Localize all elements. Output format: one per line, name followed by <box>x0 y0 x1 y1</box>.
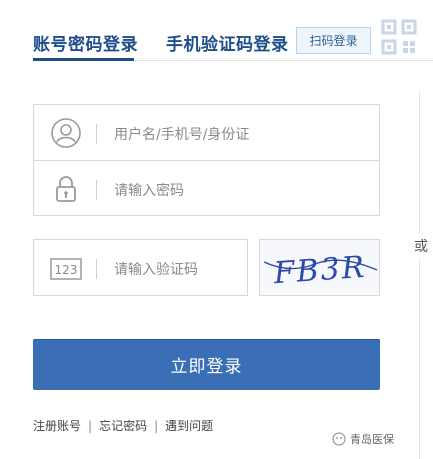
qr-code-icon[interactable] <box>380 18 418 56</box>
side-divider <box>419 92 420 459</box>
captcha-placeholder: 请输入验证码 <box>114 262 198 278</box>
footer-links: 注册账号 | 忘记密码 | 遇到问题 <box>33 417 213 434</box>
username-field[interactable]: 用户名/手机号/身份证 <box>33 104 380 161</box>
lock-icon <box>56 176 76 202</box>
captcha-art: FB3R <box>263 250 378 291</box>
password-placeholder: 请输入密码 <box>114 183 184 199</box>
wechat-icon <box>332 432 346 446</box>
forgot-password-link[interactable]: 忘记密码 <box>99 419 147 433</box>
captcha-number-icon: 123 <box>50 258 82 280</box>
password-field[interactable]: 请输入密码 <box>33 160 380 216</box>
captcha-image[interactable]: FB3R <box>259 239 380 296</box>
captcha-icon-text: 123 <box>55 263 78 277</box>
watermark: 青岛医保 <box>332 431 394 447</box>
footer-separator: | <box>88 419 93 433</box>
register-link[interactable]: 注册账号 <box>33 419 81 433</box>
or-label: 或 <box>414 233 428 259</box>
tab-sms-login[interactable]: 手机验证码登录 <box>166 30 289 55</box>
watermark-text: 青岛医保 <box>350 433 394 446</box>
footer-separator: | <box>154 419 159 433</box>
captcha-text: FB3R <box>272 250 368 291</box>
tab-password-login[interactable]: 账号密码登录 <box>33 30 138 55</box>
login-button[interactable]: 立即登录 <box>33 339 380 390</box>
username-placeholder: 用户名/手机号/身份证 <box>114 127 250 143</box>
field-divider <box>96 180 97 200</box>
qr-login-button[interactable]: 扫码登录 <box>296 27 371 54</box>
field-divider <box>96 259 97 279</box>
field-divider <box>96 124 97 144</box>
user-icon <box>51 118 81 148</box>
help-link[interactable]: 遇到问题 <box>165 419 213 433</box>
captcha-field[interactable]: 123 请输入验证码 <box>33 239 248 296</box>
tab-active-underline <box>33 58 134 61</box>
